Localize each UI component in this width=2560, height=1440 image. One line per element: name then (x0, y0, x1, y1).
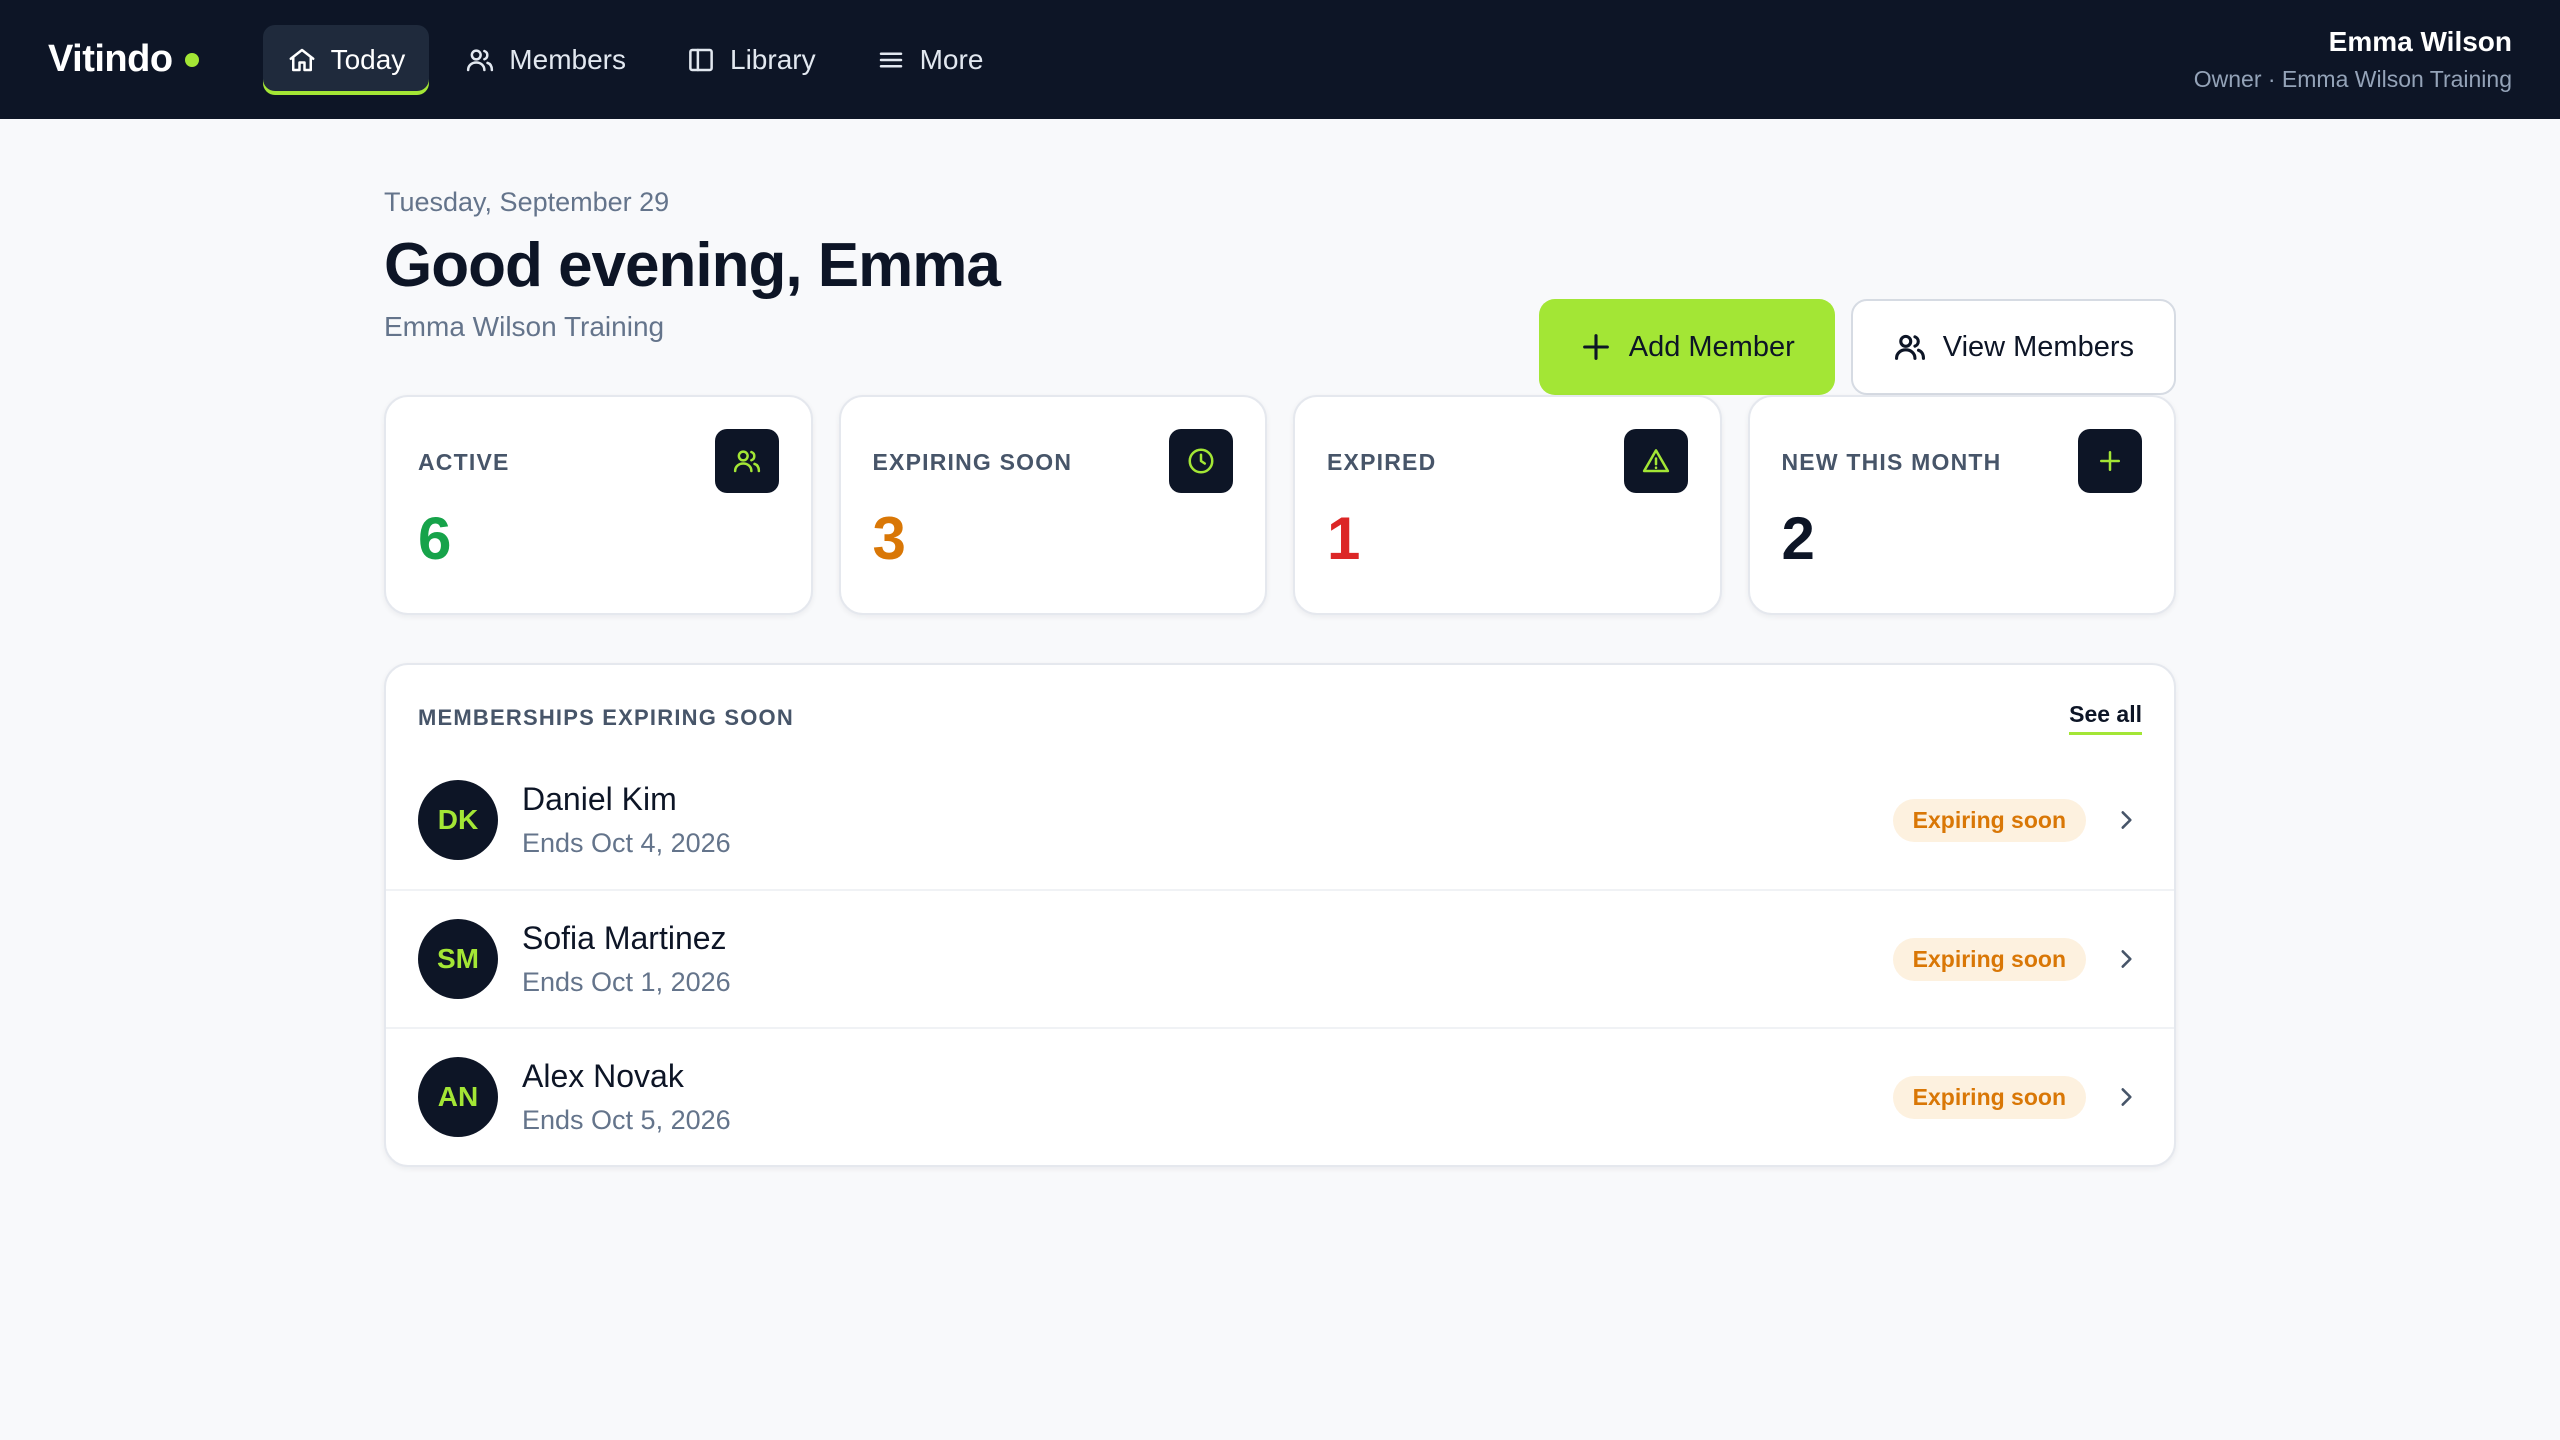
user-menu[interactable]: Emma Wilson Owner · Emma Wilson Training (2194, 26, 2512, 93)
member-list: DK Daniel Kim Ends Oct 4, 2026 Expiring … (386, 751, 2174, 1165)
member-info: Alex Novak Ends Oct 5, 2026 (522, 1058, 1893, 1136)
avatar: DK (418, 780, 498, 860)
membership-end-date: Ends Oct 1, 2026 (522, 967, 731, 997)
plus-icon (2100, 451, 2120, 471)
chevron-right-icon (2110, 804, 2142, 836)
expiring-memberships-panel: MEMBERSHIPS EXPIRING SOON See all DK Dan… (384, 663, 2176, 1167)
view-members-label: View Members (1942, 330, 2134, 363)
nav-item-today[interactable]: Today (262, 24, 430, 95)
app-logo[interactable]: Vitindo (48, 38, 199, 81)
nav-item-label: Today (330, 43, 406, 75)
see-all-link[interactable]: See all (2069, 701, 2142, 735)
member-info: Sofia Martinez Ends Oct 1, 2026 (522, 920, 1893, 998)
panel-header: MEMBERSHIPS EXPIRING SOON See all (386, 665, 2174, 751)
stat-icon-box (714, 429, 779, 493)
stat-card-active[interactable]: ACTIVE 6 (384, 395, 813, 615)
membership-end-date: Ends Oct 5, 2026 (522, 1105, 731, 1135)
stat-card-expired[interactable]: EXPIRED 1 (1293, 395, 1722, 615)
stat-icon-box (1169, 429, 1233, 493)
app-name: Vitindo (48, 38, 173, 80)
stat-icon-box (2078, 429, 2142, 493)
add-member-label: Add Member (1628, 330, 1795, 363)
book-icon (689, 48, 713, 71)
header-actions: Add Member View Members (1538, 299, 2176, 395)
status-badge: Expiring soon (1892, 937, 2086, 981)
nav-item-label: Members (509, 43, 626, 75)
chevron-right-icon (2110, 943, 2142, 975)
stat-value: 6 (418, 505, 452, 572)
membership-end-date: Ends Oct 4, 2026 (522, 828, 731, 858)
member-row[interactable]: AN Alex Novak Ends Oct 5, 2026 Expiring … (386, 1027, 2174, 1165)
stats-row: ACTIVE 6 EXPIRING SOON 3 EXPIRED 1 NEW T… (384, 395, 2176, 615)
stat-card-new-this-month[interactable]: NEW THIS MONTH 2 (1747, 395, 2176, 615)
member-row[interactable]: DK Daniel Kim Ends Oct 4, 2026 Expiring … (386, 751, 2174, 889)
stat-icon-box (1623, 429, 1688, 493)
logo-dot (184, 52, 199, 67)
panel-title: MEMBERSHIPS EXPIRING SOON (418, 705, 794, 730)
avatar: SM (418, 919, 498, 999)
user-name: Emma Wilson (2328, 26, 2512, 57)
nav-item-more[interactable]: More (852, 25, 1008, 95)
page-title: Good evening, Emma (384, 231, 1001, 300)
stat-value: 2 (1781, 505, 1815, 572)
menu-icon (879, 52, 902, 67)
member-name: Sofia Martinez (522, 920, 727, 956)
current-date: Tuesday, September 29 (384, 187, 670, 217)
stat-value: 3 (872, 505, 906, 572)
alert-triangle-icon (1642, 449, 1669, 473)
stat-value: 1 (1327, 505, 1361, 572)
add-member-button[interactable]: Add Member (1538, 299, 1835, 395)
dashboard-main: Tuesday, September 29 Good evening, Emma… (384, 119, 2176, 1167)
status-badge: Expiring soon (1892, 798, 2086, 842)
main-nav: Today Members Library More (262, 24, 1008, 95)
top-navigation-bar: Vitindo Today Members Library More Emma … (0, 0, 2560, 119)
member-row[interactable]: SM Sofia Martinez Ends Oct 1, 2026 Expir… (386, 889, 2174, 1027)
clock-icon (1188, 448, 1214, 474)
user-role: Owner · Emma Wilson Training (2193, 66, 2512, 92)
plus-icon (1582, 334, 1609, 360)
nav-item-label: Library (730, 43, 816, 75)
stat-card-expiring-soon[interactable]: EXPIRING SOON 3 (838, 395, 1267, 615)
users-icon (733, 450, 760, 473)
member-name: Daniel Kim (522, 781, 677, 817)
member-name: Alex Novak (522, 1058, 684, 1094)
avatar: AN (418, 1057, 498, 1137)
users-icon (467, 48, 494, 71)
chevron-right-icon (2110, 1081, 2142, 1113)
nav-item-members[interactable]: Members (441, 25, 650, 95)
nav-item-label: More (919, 43, 984, 75)
nav-item-library[interactable]: Library (662, 25, 840, 95)
users-icon (1894, 334, 1925, 360)
status-badge: Expiring soon (1892, 1075, 2086, 1119)
view-members-button[interactable]: View Members (1850, 299, 2176, 395)
member-info: Daniel Kim Ends Oct 4, 2026 (522, 781, 1893, 859)
home-icon (289, 48, 315, 71)
